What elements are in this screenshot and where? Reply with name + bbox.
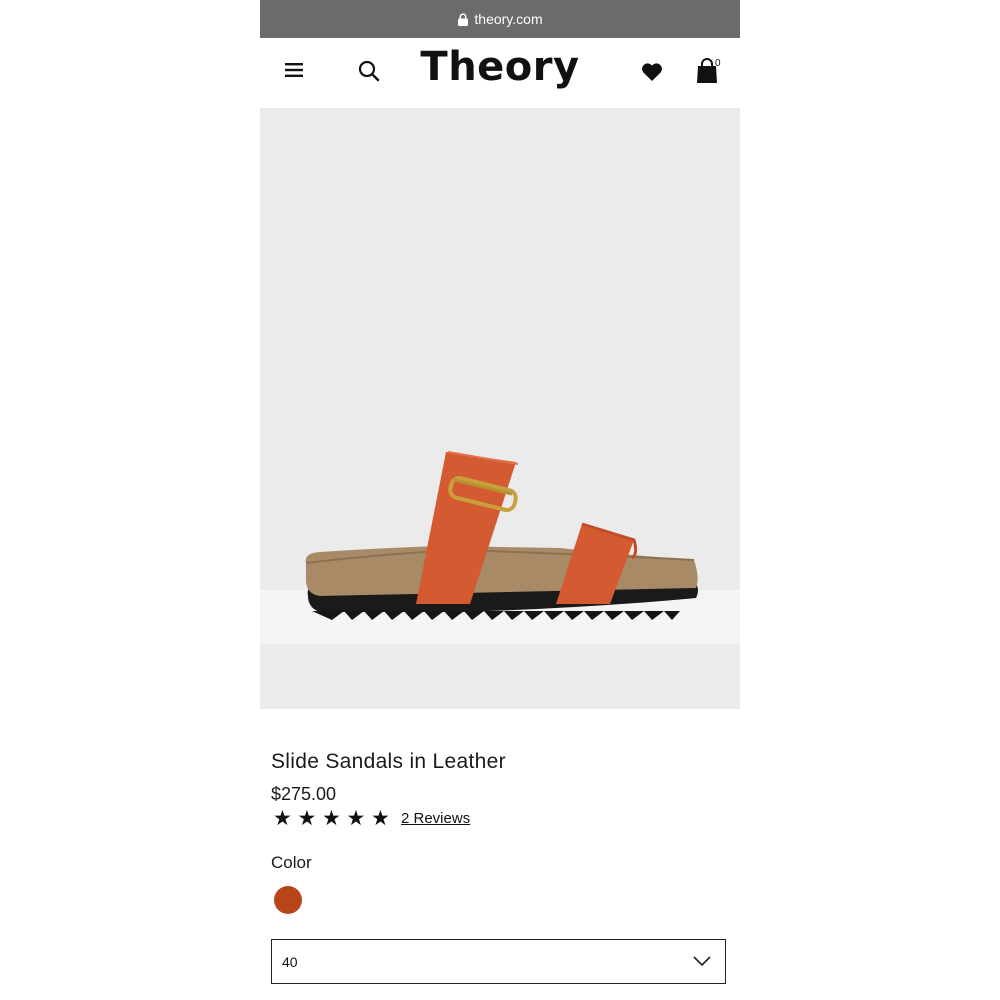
cart-count-badge: 0 bbox=[715, 58, 721, 69]
chevron-down-icon bbox=[693, 956, 711, 967]
rating-stars[interactable]: ★ ★ ★ ★ ★ bbox=[273, 807, 396, 831]
color-swatch[interactable] bbox=[274, 886, 302, 914]
star-icon: ★ bbox=[346, 807, 366, 830]
lock-icon bbox=[458, 12, 469, 26]
product-image[interactable] bbox=[260, 108, 740, 709]
star-icon: ★ bbox=[322, 807, 341, 830]
color-label: Color bbox=[271, 853, 312, 872]
product-price: $275.00 bbox=[271, 784, 337, 804]
url-text: theory.com bbox=[474, 11, 543, 27]
brand-logo[interactable]: Theory bbox=[260, 44, 740, 90]
size-select[interactable]: 40 bbox=[271, 939, 726, 984]
url-bar[interactable]: theory.com bbox=[260, 0, 740, 38]
mobile-page: theory.com Theory 0 Slide Sandals in Lea… bbox=[260, 0, 740, 1000]
star-icon: ★ bbox=[297, 807, 317, 830]
star-icon: ★ bbox=[371, 807, 390, 830]
site-header: Theory 0 bbox=[260, 38, 740, 108]
star-icon: ★ bbox=[273, 807, 292, 830]
product-title: Slide Sandals in Leather bbox=[271, 750, 506, 773]
size-value: 40 bbox=[282, 954, 298, 970]
heart-icon[interactable] bbox=[640, 60, 664, 84]
reviews-link[interactable]: 2 Reviews bbox=[401, 810, 470, 827]
sandal-photo bbox=[305, 451, 698, 620]
